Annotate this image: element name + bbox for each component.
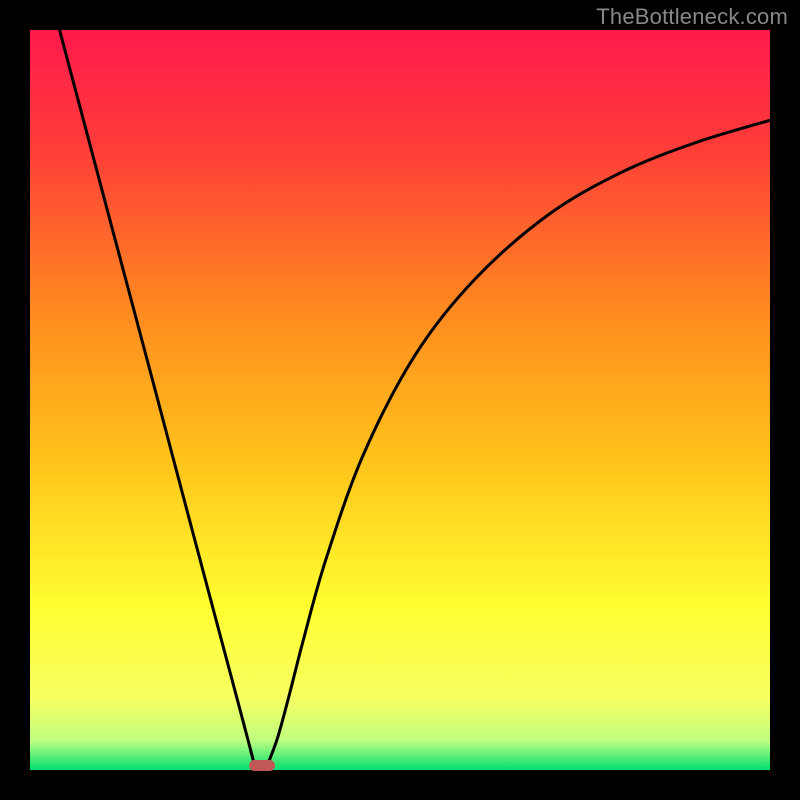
bottleneck-chart bbox=[30, 30, 770, 770]
minimum-marker bbox=[249, 760, 275, 771]
chart-background bbox=[30, 30, 770, 770]
watermark-label: TheBottleneck.com bbox=[596, 4, 788, 30]
chart-frame: TheBottleneck.com bbox=[0, 0, 800, 800]
